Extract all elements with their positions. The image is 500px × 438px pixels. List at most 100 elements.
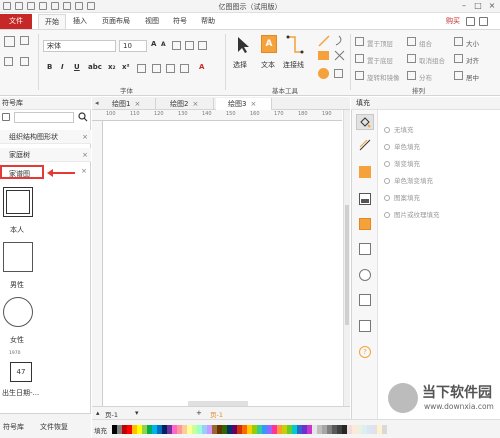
ellipse-tool-icon[interactable] bbox=[318, 68, 329, 79]
close-icon[interactable]: × bbox=[82, 148, 88, 162]
bullet-list-icon[interactable] bbox=[137, 64, 146, 73]
close-icon[interactable]: × bbox=[81, 167, 87, 175]
tab-scroll-left-icon[interactable]: ◂ bbox=[95, 99, 99, 107]
tab-page-layout[interactable]: 页面布局 bbox=[96, 14, 136, 29]
tab-symbol-library[interactable]: 符号库 bbox=[3, 422, 24, 432]
italic-button[interactable]: I bbox=[61, 63, 64, 71]
text-tool-label[interactable]: 文本 bbox=[261, 60, 275, 70]
shape-self[interactable] bbox=[3, 187, 33, 217]
library-category-genealogy[interactable]: 家谱图 bbox=[0, 165, 44, 179]
minimize-icon[interactable]: – bbox=[458, 1, 470, 11]
group-label[interactable]: 组合 bbox=[419, 38, 432, 48]
tab-help[interactable]: 帮助 bbox=[196, 14, 220, 29]
font-color-button[interactable]: A bbox=[199, 63, 204, 71]
share-icon[interactable] bbox=[466, 17, 475, 26]
tab-file-recovery[interactable]: 文件恢复 bbox=[40, 422, 68, 432]
text-tool-icon[interactable]: A bbox=[261, 35, 277, 53]
maximize-icon[interactable]: □ bbox=[472, 1, 484, 11]
fill-option-picture[interactable]: 图片或纹理填充 bbox=[384, 209, 440, 219]
page-nav-down-icon[interactable]: ▾ bbox=[135, 409, 139, 417]
underline-button[interactable]: U bbox=[74, 63, 80, 71]
send-to-back-icon[interactable] bbox=[355, 54, 364, 63]
line-spacing-icon[interactable] bbox=[166, 64, 175, 73]
cut-icon[interactable] bbox=[20, 36, 29, 45]
bring-to-front-label[interactable]: 置于顶层 bbox=[367, 38, 393, 48]
align-right-icon[interactable] bbox=[198, 41, 207, 50]
page-select[interactable]: 页-1 bbox=[105, 409, 118, 419]
page-tab-1[interactable]: 页-1 bbox=[210, 409, 223, 419]
close-icon[interactable]: × bbox=[82, 130, 88, 144]
grid-icon[interactable] bbox=[359, 243, 371, 255]
image-icon[interactable] bbox=[359, 193, 371, 205]
align-left-icon[interactable] bbox=[185, 41, 194, 50]
tab-home[interactable]: 开始 bbox=[38, 14, 66, 29]
shape-birth-date[interactable]: 47 bbox=[10, 362, 32, 382]
fill-option-gradient[interactable]: 渐变填充 bbox=[384, 158, 420, 168]
superscript-button[interactable]: x² bbox=[122, 63, 130, 71]
distribute-label[interactable]: 分布 bbox=[419, 72, 432, 82]
crop-tool-icon[interactable] bbox=[334, 69, 343, 78]
shape-female[interactable] bbox=[3, 297, 33, 327]
close-icon[interactable]: × bbox=[192, 100, 198, 108]
connector-tool-label[interactable]: 连接线 bbox=[283, 60, 304, 70]
align-center-icon[interactable] bbox=[172, 41, 181, 50]
line-tool-icon[interactable] bbox=[318, 35, 330, 47]
buy-link[interactable]: 购买 bbox=[446, 16, 460, 26]
layer-icon[interactable] bbox=[359, 218, 371, 230]
library-menu-icon[interactable] bbox=[2, 113, 10, 121]
copy-icon[interactable] bbox=[4, 57, 13, 66]
tab-insert[interactable]: 插入 bbox=[68, 14, 92, 29]
bring-to-front-icon[interactable] bbox=[355, 37, 364, 46]
fill-bucket-icon[interactable] bbox=[359, 116, 371, 128]
rectangle-tool-icon[interactable] bbox=[318, 51, 329, 60]
rotate-mirror-icon[interactable] bbox=[355, 71, 364, 80]
align-icon[interactable] bbox=[454, 54, 463, 63]
group-icon[interactable] bbox=[407, 37, 416, 46]
bold-button[interactable]: B bbox=[47, 63, 52, 71]
close-icon[interactable]: × bbox=[250, 100, 256, 108]
pen-tool-icon[interactable] bbox=[334, 50, 345, 61]
fill-option-none[interactable]: 无填充 bbox=[384, 124, 414, 134]
horizontal-scrollbar[interactable] bbox=[188, 401, 248, 406]
center-label[interactable]: 居中 bbox=[466, 72, 479, 82]
font-name-select[interactable]: 宋体 bbox=[43, 40, 116, 52]
settings-icon[interactable] bbox=[479, 17, 488, 26]
page-nav-up-icon[interactable]: ▴ bbox=[96, 409, 100, 417]
shape-male[interactable] bbox=[3, 242, 33, 272]
line-style-icon[interactable] bbox=[359, 139, 371, 151]
ungroup-label[interactable]: 取消组合 bbox=[419, 55, 445, 65]
fill-option-single-gradient[interactable]: 单色渐变填充 bbox=[384, 175, 433, 185]
search-icon[interactable] bbox=[78, 112, 88, 122]
tab-view[interactable]: 视图 bbox=[140, 14, 164, 29]
highlight-icon[interactable] bbox=[180, 64, 189, 73]
size-label[interactable]: 大小 bbox=[466, 38, 479, 48]
paste-icon[interactable] bbox=[4, 36, 15, 47]
globe-icon[interactable] bbox=[359, 269, 371, 281]
tab-file[interactable]: 文件 bbox=[0, 14, 32, 29]
comment-icon[interactable] bbox=[359, 320, 371, 332]
center-icon[interactable] bbox=[454, 71, 463, 80]
select-pointer-icon[interactable] bbox=[236, 36, 250, 54]
library-search-input[interactable] bbox=[14, 112, 74, 123]
strikethrough-button[interactable]: abc bbox=[88, 63, 102, 71]
color-swatch[interactable] bbox=[382, 425, 387, 434]
doc-tab-1[interactable]: 绘图1 × bbox=[100, 98, 156, 110]
distribute-icon[interactable] bbox=[407, 71, 416, 80]
drawing-canvas[interactable] bbox=[103, 121, 343, 406]
fill-option-solid[interactable]: 单色填充 bbox=[384, 141, 420, 151]
select-tool-label[interactable]: 选择 bbox=[233, 60, 247, 70]
rotate-mirror-label[interactable]: 旋转和镜像 bbox=[367, 72, 400, 82]
scrollbar-thumb[interactable] bbox=[345, 205, 349, 325]
library-category-org-chart[interactable]: 组织结构图形状 × bbox=[0, 130, 91, 144]
vertical-scrollbar[interactable] bbox=[343, 110, 350, 406]
grow-font-button[interactable]: A bbox=[151, 40, 156, 48]
tab-symbols[interactable]: 符号 bbox=[168, 14, 192, 29]
numbered-list-icon[interactable] bbox=[152, 64, 161, 73]
shrink-font-button[interactable]: A bbox=[161, 41, 166, 48]
shadow-icon[interactable] bbox=[359, 166, 371, 178]
font-size-select[interactable]: 10 bbox=[119, 40, 147, 52]
document-icon[interactable] bbox=[359, 294, 371, 306]
curve-tool-icon[interactable] bbox=[334, 35, 344, 47]
format-painter-icon[interactable] bbox=[20, 57, 29, 66]
ungroup-icon[interactable] bbox=[407, 54, 416, 63]
